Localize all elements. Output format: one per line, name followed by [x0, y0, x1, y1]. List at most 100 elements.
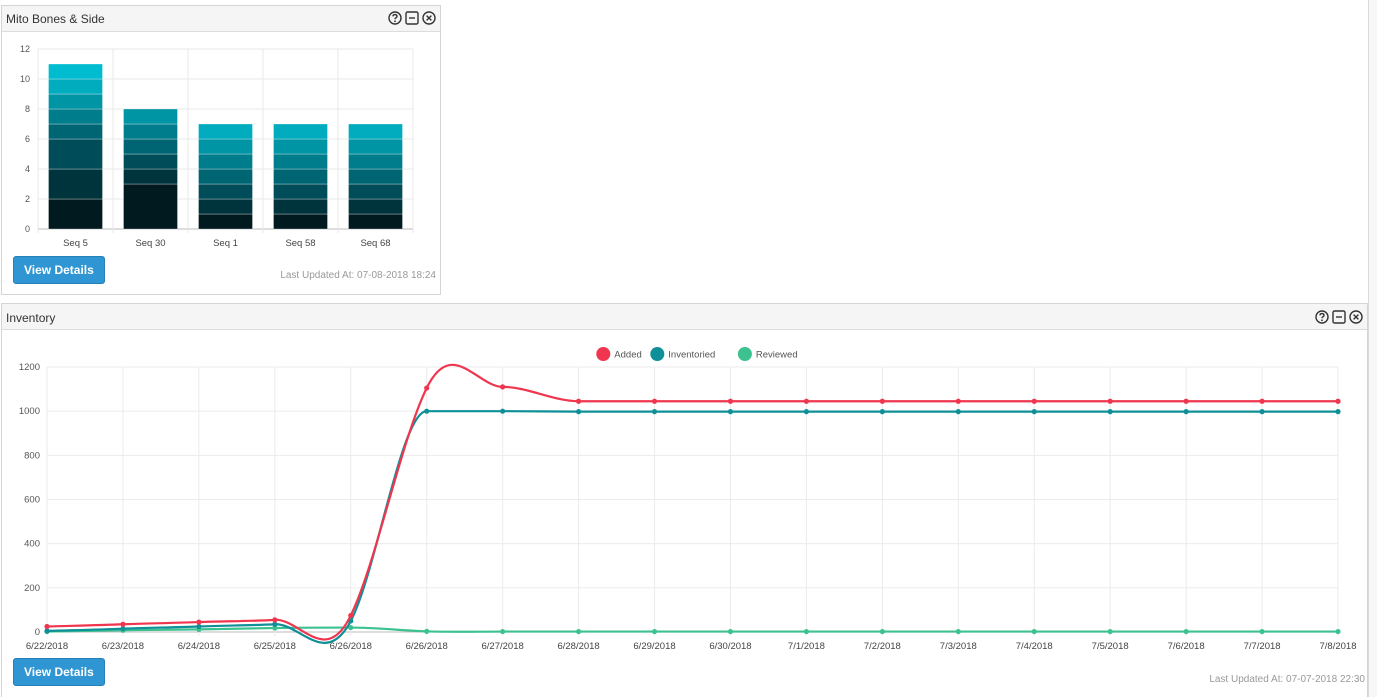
data-point	[44, 623, 50, 630]
bar-segment	[198, 153, 253, 170]
y-tick-label: 600	[24, 495, 40, 506]
bar-segment	[198, 213, 253, 230]
series-line	[46, 626, 1338, 633]
data-point	[1335, 628, 1341, 635]
data-point	[727, 398, 734, 404]
data-point	[955, 628, 961, 635]
bar-segment	[198, 183, 253, 200]
data-point	[424, 385, 430, 391]
page-scrollbar[interactable]	[1368, 0, 1377, 697]
data-point	[424, 628, 430, 634]
x-tick-label: 6/26/2018	[330, 641, 372, 652]
x-tick-label: Seq 68	[360, 238, 390, 249]
bar-segment	[348, 123, 403, 140]
series-line	[46, 363, 1338, 641]
data-point	[1335, 398, 1341, 404]
inventory-widget: Inventory 0 200 400 600 800 1000 1200 6/22/2018…	[1, 303, 1368, 697]
bar-segment	[273, 168, 328, 185]
data-point	[1335, 409, 1341, 415]
data-point	[1183, 628, 1189, 635]
view-details-button[interactable]: View Details	[13, 256, 105, 284]
data-point	[575, 628, 582, 635]
data-point	[1183, 409, 1189, 415]
y-tick-label: 12	[20, 44, 30, 54]
y-tick-label: 400	[24, 539, 40, 550]
data-point	[500, 408, 506, 414]
series-line	[46, 410, 1338, 644]
data-point	[651, 398, 658, 404]
bar-segment	[48, 123, 103, 140]
bar-segment	[123, 138, 178, 155]
bar-segment	[48, 168, 103, 200]
data-point	[348, 612, 354, 619]
data-point	[1183, 398, 1189, 404]
minimize-icon[interactable]	[405, 11, 419, 25]
data-point	[196, 619, 202, 625]
bar-segment	[273, 213, 328, 230]
data-point	[651, 409, 658, 415]
data-point	[879, 628, 885, 635]
data-point	[955, 409, 961, 415]
data-point	[955, 398, 961, 404]
view-details-button[interactable]: View Details	[13, 658, 105, 686]
bar-segment	[123, 123, 178, 140]
help-icon[interactable]	[388, 11, 402, 25]
widget-title: Mito Bones & Side	[6, 12, 105, 26]
close-icon[interactable]	[1349, 310, 1363, 324]
data-point	[727, 628, 734, 635]
data-point	[803, 398, 810, 404]
bar-segment	[198, 168, 253, 185]
x-tick-label: 6/22/2018	[26, 641, 68, 652]
data-point	[120, 621, 126, 627]
bar-segment	[348, 213, 403, 230]
legend-marker	[596, 347, 611, 361]
data-point	[1031, 409, 1037, 415]
x-tick-label: 7/8/2018	[1320, 641, 1357, 652]
x-tick-label: 6/29/2018	[633, 641, 675, 652]
y-tick-label: 2	[25, 194, 30, 204]
minimize-icon[interactable]	[1332, 310, 1346, 324]
y-tick-label: 6	[25, 134, 30, 144]
bar-segment	[123, 183, 178, 230]
y-tick-label: 0	[35, 627, 40, 638]
x-tick-label: 7/5/2018	[1092, 641, 1129, 652]
data-point	[424, 408, 430, 414]
last-updated-text: Last Updated At: 07-07-2018 22:30	[1209, 674, 1365, 685]
x-tick-label: 6/30/2018	[709, 641, 751, 652]
bar-segment	[348, 168, 403, 185]
x-tick-label: Seq 30	[135, 238, 165, 249]
bar-segment	[348, 138, 403, 155]
data-point	[1031, 398, 1037, 404]
y-tick-label: 8	[25, 104, 30, 114]
data-point	[272, 617, 278, 623]
legend-label: Inventoried	[668, 350, 715, 361]
close-icon[interactable]	[422, 11, 436, 25]
data-point	[1259, 409, 1265, 415]
data-point	[879, 398, 885, 404]
x-tick-label: 6/23/2018	[102, 641, 144, 652]
bar-segment	[198, 138, 253, 155]
legend-marker	[737, 347, 752, 361]
bar-segment	[273, 123, 328, 140]
x-tick-label: 6/26/2018	[406, 641, 448, 652]
data-point	[575, 409, 582, 415]
x-tick-label: 7/2/2018	[864, 641, 901, 652]
data-point	[500, 384, 506, 390]
y-tick-label: 10	[20, 74, 30, 84]
last-updated-text: Last Updated At: 07-08-2018 18:24	[280, 270, 436, 281]
data-point	[1107, 628, 1113, 635]
y-tick-label: 4	[25, 164, 30, 174]
mito-bones-widget: Mito Bones & Side 0 2 4 6 8 10 12 Seq 5 Seq 30 Se…	[1, 5, 441, 295]
data-point	[879, 409, 885, 415]
x-tick-label: 6/28/2018	[557, 641, 599, 652]
x-tick-label: 7/6/2018	[1168, 641, 1205, 652]
help-icon[interactable]	[1315, 310, 1329, 324]
bar-segment	[348, 183, 403, 200]
bar-segment	[48, 198, 103, 230]
inventory-line-chart: 0 200 400 600 800 1000 1200 6/22/2018 6/23/2018 6…	[19, 347, 1357, 652]
bar-segment	[273, 138, 328, 155]
x-tick-label: 7/7/2018	[1244, 641, 1281, 652]
bar-segment	[348, 153, 403, 170]
bar-segment	[123, 153, 178, 170]
x-tick-label: Seq 1	[213, 238, 238, 249]
